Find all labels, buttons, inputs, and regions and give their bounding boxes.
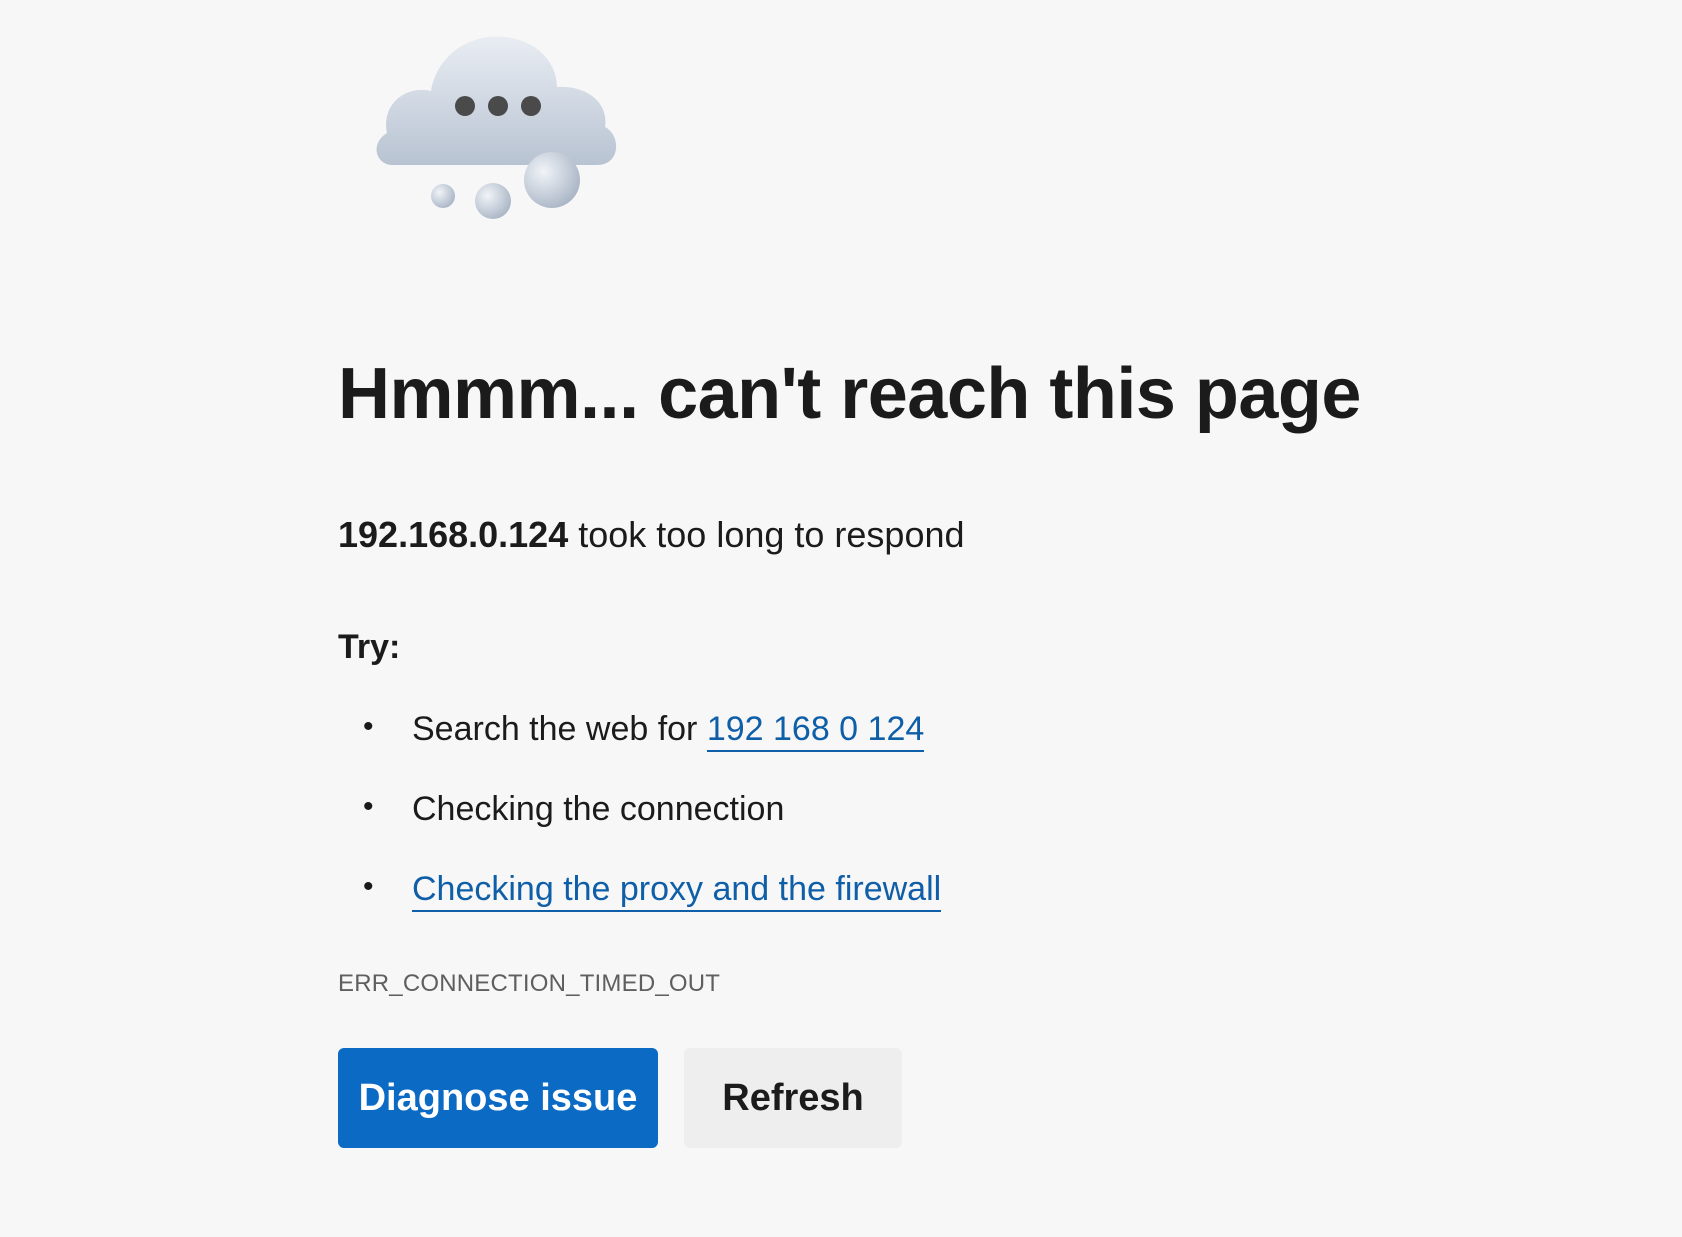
- suggestion-list: • Search the web for 192 168 0 124 • Che…: [338, 710, 942, 952]
- suggestion-check-connection: • Checking the connection: [338, 792, 941, 872]
- thinking-cloud-icon: [376, 36, 617, 219]
- suggestion-text: Search the web for: [412, 710, 707, 748]
- host-address: 192.168.0.124: [338, 514, 569, 555]
- bullet: •: [363, 870, 374, 903]
- error-message: took too long to respond: [568, 514, 965, 555]
- search-web-link[interactable]: 192 168 0 124: [706, 710, 925, 752]
- error-code: ERR_CONNECTION_TIMED_OUT: [338, 970, 721, 997]
- bullet: •: [363, 790, 374, 823]
- refresh-button[interactable]: Refresh: [684, 1048, 902, 1148]
- suggestion-text: Checking the connection: [412, 790, 785, 828]
- action-buttons: Diagnose issue Refresh: [338, 1048, 902, 1148]
- suggestion-search-web: • Search the web for 192 168 0 124: [338, 710, 941, 792]
- proxy-firewall-link[interactable]: Checking the proxy and the firewall: [412, 870, 942, 912]
- bullet: •: [363, 710, 374, 743]
- try-heading: Try:: [338, 628, 401, 666]
- diagnose-issue-button[interactable]: Diagnose issue: [338, 1048, 658, 1148]
- suggestion-check-proxy: • Checking the proxy and the firewall: [338, 870, 942, 952]
- page-title: Hmmm... can't reach this page: [338, 354, 1361, 434]
- error-subtitle: 192.168.0.124 took too long to respond: [338, 517, 965, 553]
